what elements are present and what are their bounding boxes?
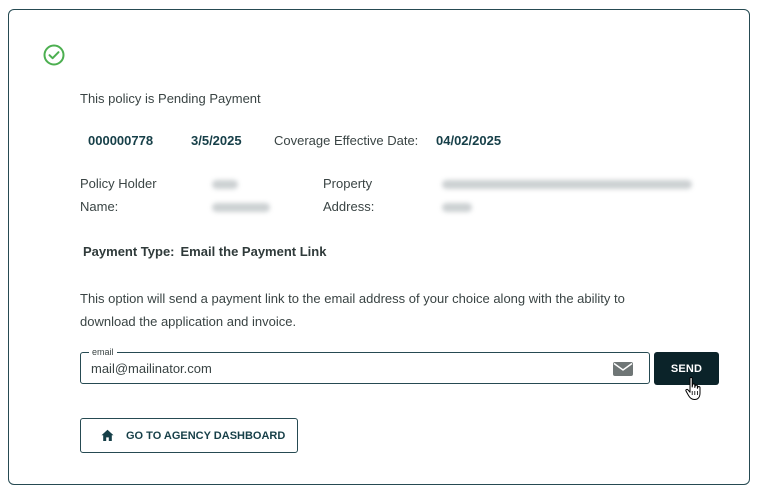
home-icon	[101, 429, 114, 441]
agency-dashboard-label: GO TO AGENCY DASHBOARD	[126, 429, 286, 442]
status-text: This policy is Pending Payment	[80, 91, 261, 106]
policy-number: 000000778	[88, 133, 154, 148]
coverage-date-value: 04/02/2025	[436, 133, 502, 148]
envelope-icon	[613, 362, 633, 376]
payment-type: Payment Type: Email the Payment Link	[83, 244, 326, 259]
email-input[interactable]	[91, 361, 591, 376]
email-field[interactable]: email	[80, 346, 650, 384]
policy-holder-name-redacted-2	[212, 203, 270, 212]
check-circle-icon	[43, 44, 65, 66]
property-address-redacted-2	[442, 203, 472, 212]
hand-pointer-icon	[685, 377, 701, 400]
policy-date: 3/5/2025	[191, 133, 242, 148]
policy-holder-name-redacted	[212, 180, 238, 189]
policy-holder-label-line2: Name:	[80, 199, 119, 214]
payment-description: This option will send a payment link to …	[80, 291, 625, 329]
agency-dashboard-button[interactable]: GO TO AGENCY DASHBOARD	[80, 418, 298, 453]
payment-type-value: Email the Payment Link	[180, 244, 327, 259]
property-address-label-line2: Address:	[323, 199, 375, 214]
coverage-date-label: Coverage Effective Date:	[274, 133, 419, 148]
property-address-label-line1: Property	[323, 176, 373, 191]
property-address-redacted	[442, 180, 692, 189]
policy-holder-label-line1: Policy Holder	[80, 176, 157, 191]
email-field-label: email	[89, 346, 117, 358]
payment-type-label: Payment Type:	[83, 244, 175, 259]
